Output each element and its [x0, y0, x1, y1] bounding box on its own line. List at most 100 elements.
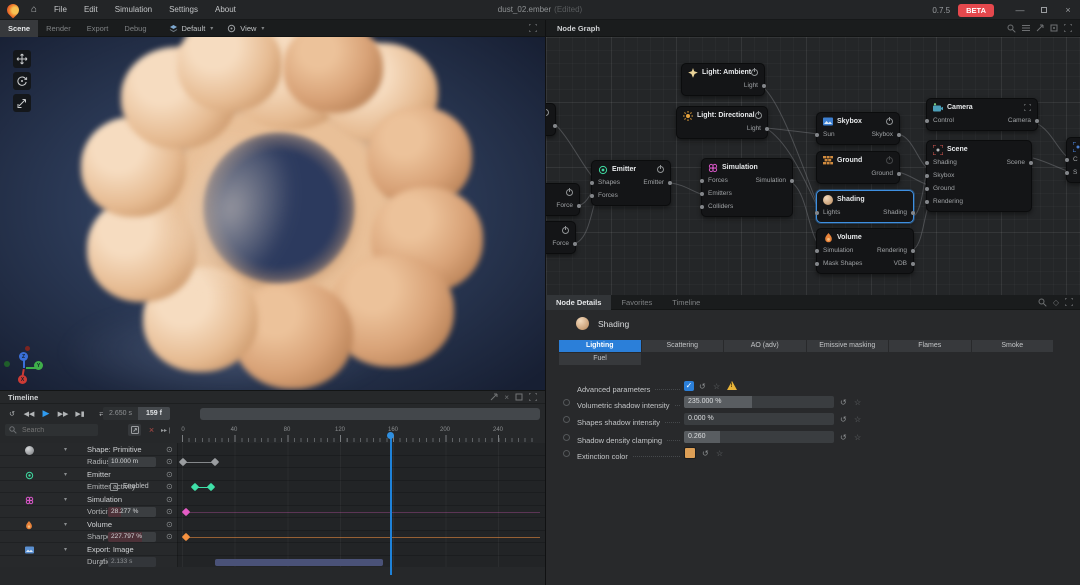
visibility-eye-icon[interactable]: ⊙ [166, 456, 173, 468]
collapse-chevron-icon[interactable]: ▾ [64, 519, 67, 531]
power-icon[interactable] [657, 166, 664, 173]
play-button[interactable]: ▶ [39, 407, 53, 420]
node-light-directional[interactable]: Light: Directional Light [676, 106, 768, 139]
menu-settings[interactable]: Settings [169, 5, 198, 14]
reset-icon[interactable]: ↺ [702, 449, 709, 458]
node-port[interactable]: Simulation [822, 247, 853, 254]
search-icon[interactable] [1038, 298, 1047, 307]
node-port[interactable]: Lights [822, 209, 840, 216]
track-row-sharpen-smoke[interactable]: Sharpen smoke 227.797 % ⊙ [0, 531, 545, 543]
close-icon[interactable]: × [504, 393, 509, 402]
step-forward-button[interactable]: ▶▶ [56, 407, 70, 420]
track-row-vorticity-intensity[interactable]: Vorticity intensity 28.277 % ⊙ [0, 506, 545, 518]
node-port[interactable]: Emitter [643, 179, 665, 186]
node-shading[interactable]: Shading Lights Shading [816, 190, 914, 223]
power-icon[interactable] [566, 189, 573, 196]
resize-icon[interactable] [490, 393, 498, 401]
track-row-volume[interactable]: ▾ Volume ⊙ [0, 519, 545, 531]
node-port[interactable]: Scene [1007, 159, 1026, 166]
node-scene[interactable]: Scene Shading Scene Skybox Ground Render… [926, 140, 1032, 212]
go-to-end-button[interactable]: ▶▮ [73, 407, 87, 420]
track-row-duration[interactable]: Duration 2.133 s [0, 556, 545, 568]
menu-simulation[interactable]: Simulation [115, 5, 152, 14]
tab-debug[interactable]: Debug [116, 20, 154, 37]
visibility-eye-icon[interactable]: ⊙ [166, 494, 173, 506]
category-emissive-masking[interactable]: Emissive masking [807, 340, 889, 352]
category-smoke[interactable]: Smoke [972, 340, 1054, 352]
node-partial-top-left[interactable] [545, 103, 556, 136]
node-port[interactable]: Light [747, 125, 762, 132]
node-port[interactable]: Colliders [707, 203, 733, 210]
enabled-checkbox[interactable] [110, 483, 118, 491]
fullscreen-icon[interactable] [529, 24, 537, 32]
favorite-star-icon[interactable]: ☆ [716, 449, 723, 458]
category-fuel[interactable]: Fuel [559, 353, 641, 365]
node-volume[interactable]: Volume Simulation Rendering Mask Shapes … [816, 228, 914, 274]
node-light-ambient[interactable]: Light: Ambient Light [681, 63, 765, 96]
time-seconds[interactable]: 2.650 s [103, 407, 138, 420]
node-port[interactable]: Emitters [707, 190, 732, 197]
node-noise[interactable]: ise Force [545, 183, 580, 216]
favorite-star-icon[interactable]: ☆ [713, 382, 720, 391]
track-row-simulation[interactable]: ▾ Simulation ⊙ [0, 494, 545, 506]
shapes-shadow-intensity-slider[interactable]: 0.000 % [684, 413, 834, 425]
layout-dropdown[interactable]: Default ▾ [169, 24, 214, 33]
node-port[interactable]: Mask Shapes [822, 260, 862, 267]
power-icon[interactable] [545, 109, 549, 116]
node-simulation[interactable]: Simulation Forces Simulation Emitters Co… [701, 158, 793, 217]
reset-icon[interactable]: ↺ [840, 398, 847, 407]
frame-selection-icon[interactable] [1050, 24, 1058, 32]
node-port[interactable]: Ground [932, 185, 955, 192]
menu-about[interactable]: About [215, 5, 236, 14]
fullscreen-icon[interactable] [1065, 298, 1073, 306]
node-port[interactable]: Forces [707, 177, 728, 184]
collapse-chevron-icon[interactable]: ▾ [64, 494, 67, 506]
power-icon[interactable] [755, 112, 762, 119]
node-port[interactable]: Rendering [932, 198, 963, 205]
power-off-icon[interactable] [886, 157, 893, 164]
restore-button[interactable] [1032, 5, 1056, 15]
keyframe-toggle[interactable] [563, 416, 570, 423]
node-emitter[interactable]: Emitter Shapes Emitter Forces [591, 160, 671, 206]
node-port[interactable]: Shading [883, 209, 908, 216]
visibility-eye-icon[interactable]: ⊙ [166, 506, 173, 518]
keyframe-diamond[interactable] [211, 458, 219, 466]
node-port[interactable]: VDB [894, 260, 908, 267]
keyframe-toggle[interactable] [563, 450, 570, 457]
frame-icon[interactable] [515, 393, 523, 401]
keyframe-diamond[interactable] [179, 458, 187, 466]
collapse-chevron-icon[interactable]: ▾ [64, 544, 67, 556]
restart-button[interactable]: ↺ [5, 407, 19, 420]
close-button[interactable]: × [1056, 5, 1080, 15]
shadow-density-clamping-slider[interactable]: 0.260 [684, 431, 834, 443]
power-icon[interactable] [751, 69, 758, 76]
fullscreen-icon[interactable] [1064, 24, 1072, 32]
rotate-tool-button[interactable] [13, 72, 31, 90]
tab-export[interactable]: Export [79, 20, 117, 37]
step-back-button[interactable]: ◀◀ [22, 407, 36, 420]
collapse-chevron-icon[interactable]: ▾ [64, 444, 67, 456]
node-partial-right[interactable]: C S [1066, 137, 1080, 183]
node-port[interactable]: Shading [932, 159, 957, 166]
node-port[interactable]: Skybox [932, 172, 954, 179]
node-port[interactable]: Light [744, 82, 759, 89]
export-duration-bar[interactable] [215, 559, 383, 566]
view-dropdown[interactable]: View ▾ [227, 24, 264, 33]
resize-icon[interactable] [1036, 24, 1044, 32]
tab-node-details[interactable]: Node Details [546, 295, 611, 310]
node-graph-canvas[interactable]: ise Force e: Line Force Light: Ambient L… [545, 37, 1080, 295]
node-port[interactable]: Ground [871, 170, 894, 177]
move-tool-button[interactable] [13, 50, 31, 68]
node-port[interactable]: Forces [597, 192, 618, 199]
tab-favorites[interactable]: Favorites [611, 295, 662, 310]
visibility-eye-icon[interactable]: ⊙ [166, 531, 173, 543]
fullscreen-icon[interactable] [529, 393, 537, 401]
node-port[interactable] [549, 124, 550, 128]
track-row-export-image[interactable]: ▾ Export: Image [0, 544, 545, 556]
visibility-eye-icon[interactable]: ⊙ [166, 469, 173, 481]
visibility-eye-icon[interactable]: ⊙ [166, 519, 173, 531]
track-row-radius[interactable]: Radius 10.000 m ⊙ [0, 456, 545, 468]
volumetric-shadow-intensity-slider[interactable]: 235.000 % [684, 396, 834, 408]
node-line[interactable]: e: Line Force [545, 221, 576, 254]
reset-icon[interactable]: ↺ [840, 433, 847, 442]
